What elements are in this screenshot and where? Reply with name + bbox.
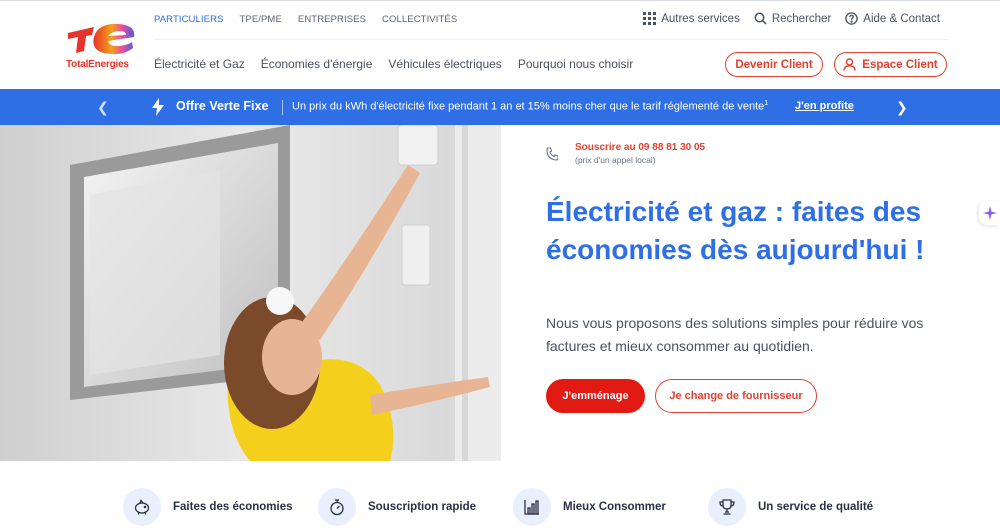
banner-cta-link[interactable]: J'en profite (795, 100, 854, 112)
search-label: Rechercher (771, 12, 832, 25)
feature-item: Souscription rapide (318, 488, 513, 526)
tab-entreprises[interactable]: ENTREPRISES (298, 14, 366, 25)
become-client-label: Devenir Client (735, 58, 813, 71)
nav-economies-energie[interactable]: Économies d'énergie (261, 57, 373, 71)
feature-item: Faites des économies (123, 488, 318, 526)
hero-image (0, 125, 501, 461)
banner-text-body: Un prix du kWh d'électricité fixe pendan… (292, 100, 765, 113)
move-in-button[interactable]: J'emménage (546, 379, 645, 413)
header-divider (154, 39, 948, 40)
brand-name[interactable]: TotalEnergies (66, 59, 129, 70)
client-space-label: Espace Client (862, 58, 938, 71)
site-header: TotalEnergies PARTICULIERS TPE/PME ENTRE… (0, 0, 1000, 89)
banner-text: Un prix du kWh d'électricité fixe pendan… (292, 100, 768, 113)
assistant-launcher[interactable] (979, 201, 1000, 225)
lightning-icon (152, 98, 164, 116)
help-icon (845, 12, 859, 25)
tab-particuliers[interactable]: PARTICULIERS (154, 14, 223, 25)
nav-electricite-gaz[interactable]: Électricité et Gaz (154, 57, 245, 71)
main-nav: Électricité et Gaz Économies d'énergie V… (154, 57, 633, 71)
feature-label: Faites des économies (173, 501, 293, 513)
subscribe-phone-link[interactable]: Souscrire au 09 88 81 30 05 (575, 142, 705, 153)
become-client-button[interactable]: Devenir Client (725, 52, 823, 77)
feature-label: Mieux Consommer (563, 501, 666, 513)
audience-nav: PARTICULIERS TPE/PME ENTREPRISES COLLECT… (154, 14, 457, 25)
banner-divider (282, 100, 283, 115)
sparkle-icon (982, 206, 997, 220)
stopwatch-icon (330, 499, 344, 516)
phone-icon (546, 147, 558, 161)
piggy-bank-icon (134, 499, 150, 515)
other-services-link[interactable]: Autres services (643, 12, 740, 25)
chevron-left-icon[interactable]: ❮ (97, 99, 109, 116)
features-row: Faites des économies Souscription rapide… (123, 488, 903, 526)
banner-title: Offre Verte Fixe (176, 99, 269, 113)
grid-icon (643, 12, 657, 25)
tab-collectivites[interactable]: COLLECTIVITÉS (382, 14, 457, 25)
banner-footnote: 1 (764, 100, 769, 107)
help-contact-link[interactable]: Aide & Contact (845, 12, 940, 25)
change-supplier-button[interactable]: Je change de fournisseur (655, 379, 817, 413)
search-icon (754, 12, 767, 25)
help-contact-label: Aide & Contact (863, 12, 940, 25)
hero-headline: Électricité et gaz : faites des économie… (546, 196, 925, 265)
feature-label: Souscription rapide (368, 501, 476, 513)
feature-icon-circle (708, 488, 746, 526)
chevron-right-icon[interactable]: ❯ (896, 99, 908, 116)
nav-pourquoi-nous-choisir[interactable]: Pourquoi nous choisir (518, 57, 633, 71)
feature-icon-circle (123, 488, 161, 526)
nav-vehicules-electriques[interactable]: Véhicules électriques (388, 57, 501, 71)
promo-banner: ❮ Offre Verte Fixe Un prix du kWh d'élec… (0, 89, 1000, 125)
move-in-label: J'emménage (562, 390, 629, 402)
user-icon (843, 58, 856, 71)
feature-item: Un service de qualité (708, 488, 903, 526)
search-link[interactable]: Rechercher (754, 12, 831, 25)
trophy-icon (719, 499, 735, 515)
feature-label: Un service de qualité (758, 501, 874, 513)
feature-icon-circle (513, 488, 551, 526)
tab-tpe-pme[interactable]: TPE/PME (239, 14, 281, 25)
feature-icon-circle (318, 488, 356, 526)
utility-nav: Autres services Rechercher Aide & Contac… (643, 12, 940, 25)
client-space-button[interactable]: Espace Client (834, 52, 947, 77)
hero-subtext: Nous vous proposons des solutions simple… (546, 315, 924, 354)
other-services-label: Autres services (661, 12, 740, 25)
change-supplier-label: Je change de fournisseur (669, 390, 803, 402)
hero-photo-illustration (0, 125, 501, 461)
phone-call-note: (prix d'un appel local) (575, 155, 656, 165)
bar-chart-icon (524, 500, 539, 515)
feature-item: Mieux Consommer (513, 488, 708, 526)
